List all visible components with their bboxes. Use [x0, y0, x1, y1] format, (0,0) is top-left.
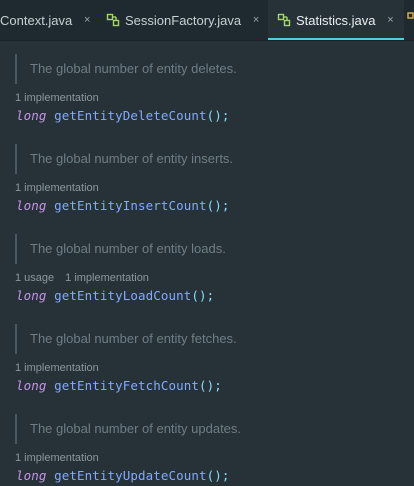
javadoc-text: The global number of entity loads.	[30, 241, 226, 256]
method-name[interactable]: getEntityInsertCount	[54, 198, 207, 213]
editor-tab-bar: Context.java × SessionFactory.java × Sta…	[0, 0, 414, 41]
tab-statistics-java[interactable]: Statistics.java ×	[268, 0, 404, 40]
interface-icon	[106, 13, 120, 27]
tab-label: SessionFactory.java	[125, 12, 242, 28]
javadoc-bar	[15, 324, 17, 354]
javadoc-bar	[15, 144, 17, 174]
javadoc-text: The global number of entity inserts.	[30, 151, 234, 166]
tab-label: Statistics.java	[296, 12, 376, 28]
method-name[interactable]: getEntityLoadCount	[54, 288, 191, 303]
inlay-hints: 1 implementation	[15, 92, 99, 104]
method-signature: long getEntityFetchCount();	[16, 378, 222, 393]
tab-label: Context.java	[0, 12, 73, 28]
inlay-hints: 1 implementation	[15, 182, 99, 194]
return-type: long	[16, 108, 47, 123]
method-parens: ();	[199, 378, 222, 393]
method-name[interactable]: getEntityFetchCount	[54, 378, 199, 393]
javadoc-block: The global number of entity deletes.	[15, 54, 395, 84]
method-parens: ();	[206, 108, 230, 123]
tab-context-java[interactable]: Context.java ×	[0, 0, 98, 40]
return-type: long	[16, 468, 47, 483]
code-editor[interactable]: The global number of entity deletes. 1 i…	[0, 41, 414, 486]
javadoc-block: The global number of entity updates.	[15, 414, 395, 444]
interface-icon	[277, 13, 291, 27]
inlay-hints: 1 implementation	[15, 362, 99, 374]
implementations-hint[interactable]: 1 implementation	[15, 452, 99, 464]
method-name[interactable]: getEntityDeleteCount	[54, 108, 207, 123]
return-type: long	[16, 288, 47, 303]
return-type: long	[16, 198, 47, 213]
javadoc-text: The global number of entity fetches.	[30, 331, 237, 346]
javadoc-block: The global number of entity loads.	[15, 234, 395, 264]
tab-sessionfactory-java[interactable]: SessionFactory.java ×	[106, 0, 266, 40]
javadoc-text: The global number of entity deletes.	[30, 61, 237, 76]
javadoc-bar	[15, 54, 17, 84]
close-icon[interactable]: ×	[383, 13, 397, 27]
implementations-hint[interactable]: 1 implementation	[65, 272, 149, 284]
javadoc-text: The global number of entity updates.	[30, 421, 242, 436]
javadoc-bar	[15, 414, 17, 444]
inlay-hints: 1 implementation	[15, 452, 99, 464]
implementations-hint[interactable]: 1 implementation	[15, 92, 99, 104]
javadoc-block: The global number of entity inserts.	[15, 144, 395, 174]
next-tab-icon[interactable]	[407, 12, 414, 28]
implementations-hint[interactable]: 1 implementation	[15, 182, 99, 194]
close-icon[interactable]: ×	[80, 13, 94, 27]
method-signature: long getEntityDeleteCount();	[16, 108, 230, 123]
method-signature: long getEntityLoadCount();	[16, 288, 214, 303]
inlay-hints: 1 usage 1 implementation	[15, 272, 149, 284]
method-parens: ();	[191, 288, 215, 303]
implementations-hint[interactable]: 1 implementation	[15, 362, 99, 374]
method-signature: long getEntityUpdateCount();	[16, 468, 230, 483]
method-name[interactable]: getEntityUpdateCount	[54, 468, 207, 483]
javadoc-bar	[15, 234, 17, 264]
usages-hint[interactable]: 1 usage	[15, 272, 54, 284]
method-parens: ();	[206, 468, 230, 483]
method-signature: long getEntityInsertCount();	[16, 198, 230, 213]
close-icon[interactable]: ×	[249, 13, 263, 27]
return-type: long	[16, 378, 47, 393]
method-parens: ();	[206, 198, 230, 213]
javadoc-block: The global number of entity fetches.	[15, 324, 395, 354]
